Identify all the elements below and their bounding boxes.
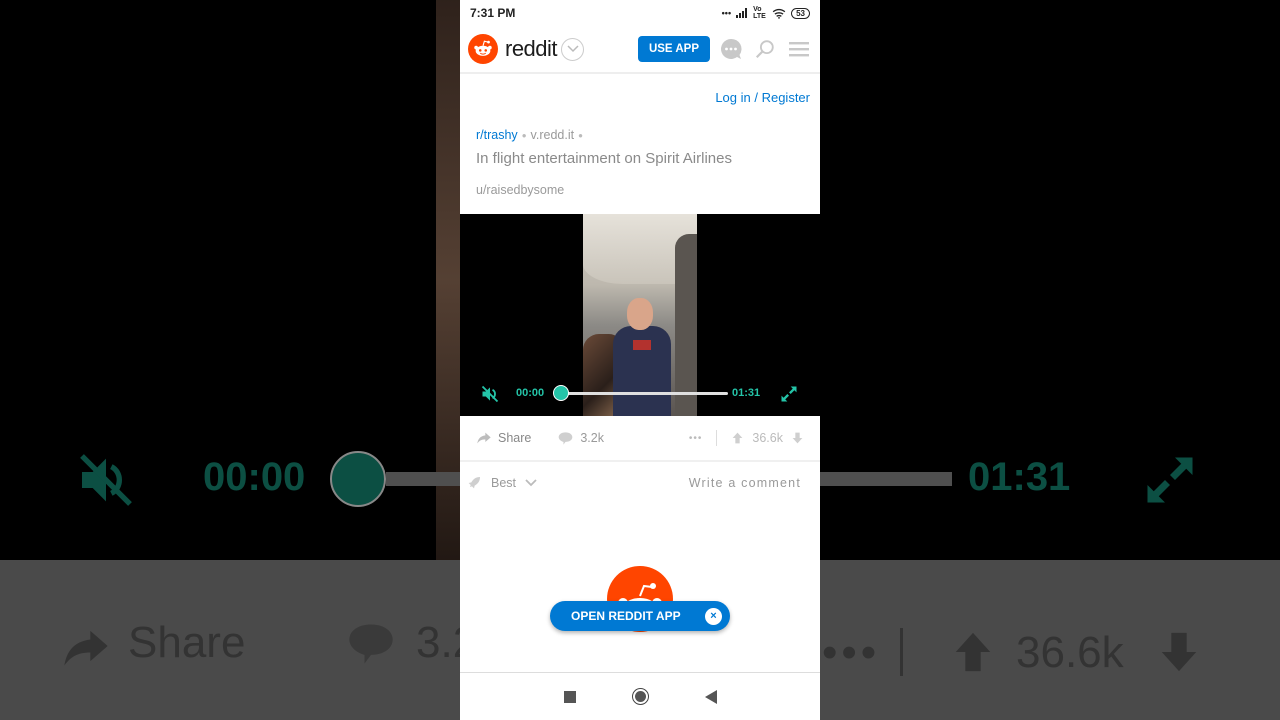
bg-seek-track-right <box>820 472 952 486</box>
bg-upvote-icon <box>955 632 991 672</box>
bg-more: ••• <box>822 628 881 677</box>
chevron-down-icon <box>567 45 579 53</box>
mute-icon[interactable] <box>480 384 500 404</box>
bg-separator <box>900 628 903 676</box>
comments-button[interactable]: 3.2k <box>557 431 604 446</box>
duration: 01:31 <box>732 387 761 399</box>
status-time: 7:31 PM <box>470 6 516 20</box>
post-author[interactable]: u/raisedbysome <box>460 167 820 197</box>
sort-dropdown[interactable]: Best <box>491 476 516 490</box>
comment-icon <box>559 431 573 445</box>
meta-separator: ● <box>521 130 527 140</box>
hamburger-menu-icon <box>789 42 809 57</box>
status-icons: ••• Vo LTE 53 <box>722 6 810 20</box>
video-player[interactable]: 00:00 01:31 <box>460 214 820 416</box>
bg-expand-icon <box>1147 457 1193 503</box>
bg-vote-count: 36.6k <box>1016 628 1124 677</box>
auth-row: Log in / Register <box>460 74 820 120</box>
bg-duration: 01:31 <box>968 455 1071 499</box>
vote-count: 36.6k <box>752 431 783 445</box>
upvote-icon[interactable] <box>731 431 744 445</box>
home-button[interactable] <box>631 688 649 705</box>
post-title[interactable]: In flight entertainment on Spirit Airlin… <box>460 142 820 167</box>
back-button[interactable] <box>704 689 717 704</box>
post-meta: r/trashy ● v.redd.it ● <box>460 120 820 142</box>
recents-button[interactable] <box>563 690 576 703</box>
network-type: Vo LTE <box>753 6 766 20</box>
subreddit-link[interactable]: r/trashy <box>476 128 518 142</box>
open-app-label: OPEN REDDIT APP <box>571 609 681 623</box>
bg-downvote-icon <box>1161 632 1197 672</box>
more-options-button[interactable]: ••• <box>689 433 703 444</box>
status-bar: 7:31 PM ••• Vo LTE 53 <box>460 0 820 26</box>
reddit-header: reddit USE APP <box>460 26 820 74</box>
bg-share-label: Share <box>128 618 246 667</box>
write-comment-input[interactable]: Write a comment <box>689 476 801 490</box>
chat-icon <box>721 38 742 59</box>
snoo-icon <box>474 40 492 56</box>
chat-button[interactable] <box>718 36 744 62</box>
wifi-icon <box>772 8 786 19</box>
phone-screen: 7:31 PM ••• Vo LTE 53 reddit USE APP Log… <box>460 0 820 720</box>
open-reddit-app-button[interactable]: OPEN REDDIT APP × <box>550 601 730 631</box>
menu-button[interactable] <box>786 36 812 62</box>
chevron-down-icon[interactable] <box>525 479 537 487</box>
video-controls: 00:00 01:31 <box>460 380 820 406</box>
share-label: Share <box>498 431 532 445</box>
shirt-logo <box>633 340 651 350</box>
bg-seek-track <box>386 472 460 486</box>
community-dropdown[interactable] <box>561 37 585 61</box>
comment-count: 3.2k <box>580 431 604 445</box>
search-button[interactable] <box>752 36 778 62</box>
bg-comment-icon <box>349 624 393 664</box>
post-actions: Share 3.2k ••• 36.6k <box>460 416 820 462</box>
post-domain[interactable]: v.redd.it <box>531 128 575 142</box>
current-time: 00:00 <box>516 387 545 399</box>
rocket-icon <box>468 477 480 489</box>
close-banner-icon[interactable]: × <box>705 607 722 625</box>
login-register-link[interactable]: Log in / Register <box>715 90 810 105</box>
screen: 00:00 01:31 Share 3.2k ••• 36.6k 7:31 PM… <box>0 0 1280 720</box>
vote-area: ••• 36.6k <box>689 430 804 446</box>
use-app-button[interactable]: USE APP <box>637 36 710 62</box>
android-nav-bar <box>460 672 820 720</box>
reddit-logo[interactable] <box>468 34 498 64</box>
battery-indicator: 53 <box>791 7 810 19</box>
seek-handle[interactable] <box>553 385 569 401</box>
comment-sort-bar: Best Write a comment <box>460 464 820 502</box>
meta-separator: ● <box>578 130 583 140</box>
share-icon <box>477 432 491 444</box>
share-button[interactable]: Share <box>476 431 531 445</box>
signal-icon <box>736 8 748 18</box>
downvote-icon[interactable] <box>791 431 804 445</box>
bg-mute-icon <box>80 454 132 506</box>
fullscreen-icon[interactable] <box>779 384 799 404</box>
bg-share-icon <box>64 630 108 666</box>
vote-separator <box>716 430 718 446</box>
seek-bar[interactable] <box>560 392 728 395</box>
search-icon <box>755 40 774 59</box>
bg-seek-knob <box>330 451 386 507</box>
bg-current-time: 00:00 <box>203 455 306 499</box>
reddit-wordmark[interactable]: reddit <box>505 36 558 62</box>
passenger-head <box>627 298 653 330</box>
notification-dots-icon: ••• <box>721 8 732 18</box>
